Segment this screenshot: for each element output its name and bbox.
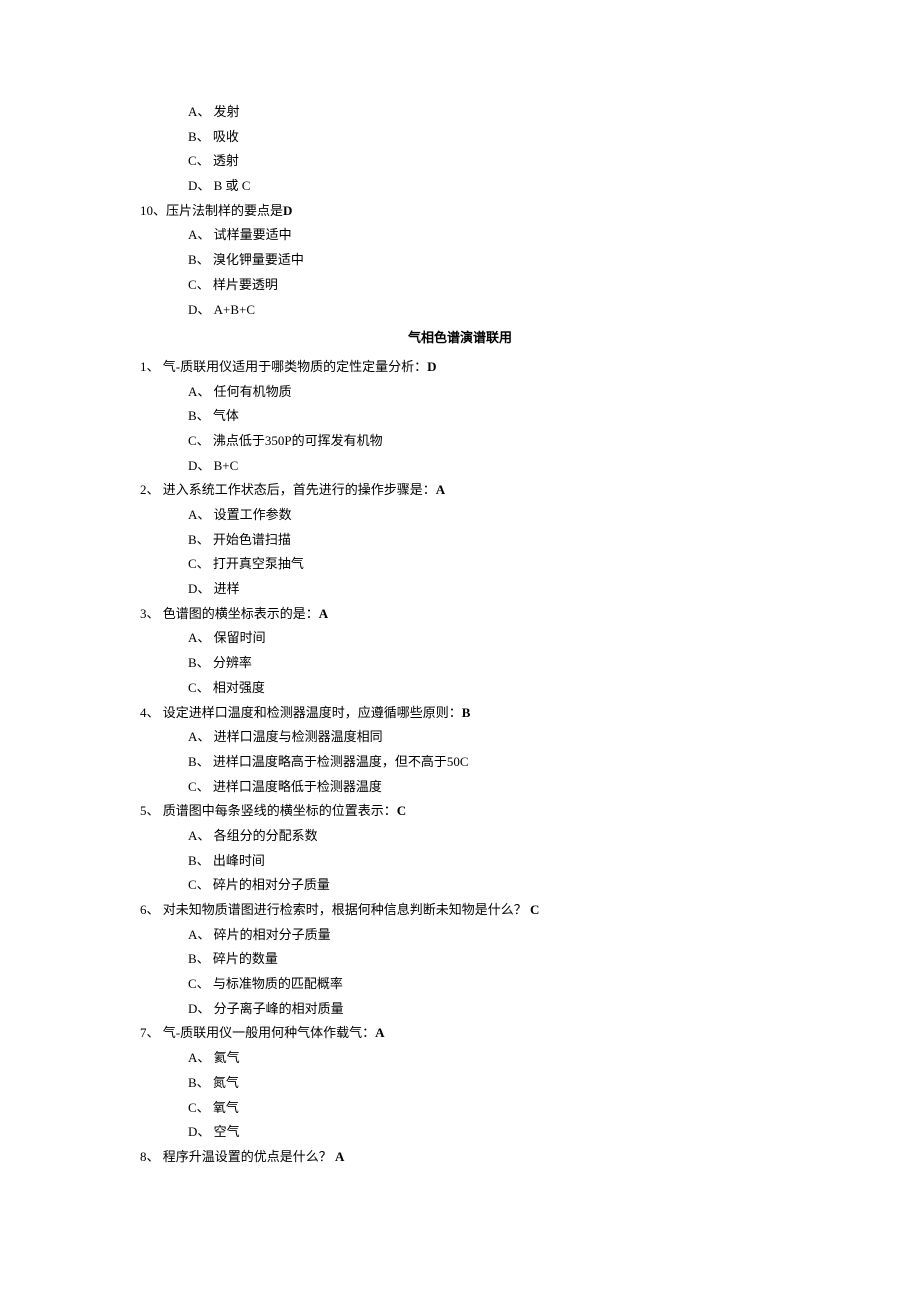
question-5-options: A、 各组分的分配系数B、 出峰时间C、 碎片的相对分子质量 — [188, 824, 780, 898]
question-4: 4、 设定进样口温度和检测器温度时，应遵循哪些原则：B — [140, 701, 780, 726]
question-stem: 2、 进入系统工作状态后，首先进行的操作步骤是： — [140, 482, 436, 497]
question-stem: 4、 设定进样口温度和检测器温度时，应遵循哪些原则： — [140, 705, 462, 720]
option-b: B、 碎片的数量 — [188, 947, 780, 972]
question-stem: 1、 气-质联用仪适用于哪类物质的定性定量分析： — [140, 359, 427, 374]
option-b: B、 分辨率 — [188, 651, 780, 676]
option-a: A、 碎片的相对分子质量 — [188, 923, 780, 948]
question-stem: 10、压片法制样的要点是 — [140, 203, 283, 218]
option-d: D、 空气 — [188, 1120, 780, 1145]
question-answer: D — [427, 359, 436, 374]
question-10-options: A、 试样量要适中 B、 溴化钾量要适中 C、 样片要透明 D、 A+B+C — [188, 223, 780, 322]
question-answer: A — [375, 1025, 384, 1040]
option-c: C、 氧气 — [188, 1096, 780, 1121]
option-c: C、 透射 — [188, 149, 780, 174]
question-answer: C — [397, 803, 406, 818]
option-b: B、 开始色谱扫描 — [188, 528, 780, 553]
option-a: A、 保留时间 — [188, 626, 780, 651]
option-c: C、 打开真空泵抽气 — [188, 552, 780, 577]
question-4-options: A、 进样口温度与检测器温度相同B、 进样口温度略高于检测器温度，但不高于50C… — [188, 725, 780, 799]
option-b: B、 氮气 — [188, 1071, 780, 1096]
option-c: C、 进样口温度略低于检测器温度 — [188, 775, 780, 800]
option-c: C、 样片要透明 — [188, 273, 780, 298]
option-a: A、 进样口温度与检测器温度相同 — [188, 725, 780, 750]
option-a: A、 设置工作参数 — [188, 503, 780, 528]
question-1: 1、 气-质联用仪适用于哪类物质的定性定量分析：D — [140, 355, 780, 380]
section-title: 气相色谱演谱联用 — [140, 326, 780, 351]
option-d: D、 进样 — [188, 577, 780, 602]
question-8: 8、 程序升温设置的优点是什么？ A — [140, 1145, 780, 1170]
question-answer: A — [319, 606, 328, 621]
option-c: C、 碎片的相对分子质量 — [188, 873, 780, 898]
option-a: A、 发射 — [188, 100, 780, 125]
question-stem: 6、 对未知物质谱图进行检索时，根据何种信息判断未知物是什么？ — [140, 902, 530, 917]
option-a: A、 氦气 — [188, 1046, 780, 1071]
option-b: B、 气体 — [188, 404, 780, 429]
question-stem: 3、 色谱图的横坐标表示的是： — [140, 606, 319, 621]
prev-question-options: A、 发射 B、 吸收 C、 透射 D、 B 或 C — [188, 100, 780, 199]
option-a: A、 试样量要适中 — [188, 223, 780, 248]
option-d: D、 A+B+C — [188, 298, 780, 323]
option-c: C、 沸点低于350P的可挥发有机物 — [188, 429, 780, 454]
question-stem: 8、 程序升温设置的优点是什么？ — [140, 1149, 335, 1164]
question-2: 2、 进入系统工作状态后，首先进行的操作步骤是：A — [140, 478, 780, 503]
option-a: A、 任何有机物质 — [188, 380, 780, 405]
option-b: B、 出峰时间 — [188, 849, 780, 874]
option-b: B、 进样口温度略高于检测器温度，但不高于50C — [188, 750, 780, 775]
questions-list: 1、 气-质联用仪适用于哪类物质的定性定量分析：DA、 任何有机物质B、 气体C… — [140, 355, 780, 1170]
question-answer: A — [335, 1149, 344, 1164]
question-7-options: A、 氦气B、 氮气C、 氧气D、 空气 — [188, 1046, 780, 1145]
option-a: A、 各组分的分配系数 — [188, 824, 780, 849]
question-answer: B — [462, 705, 471, 720]
option-d: D、 分子离子峰的相对质量 — [188, 997, 780, 1022]
question-6-options: A、 碎片的相对分子质量B、 碎片的数量C、 与标准物质的匹配概率D、 分子离子… — [188, 923, 780, 1022]
question-3-options: A、 保留时间B、 分辨率C、 相对强度 — [188, 626, 780, 700]
question-6: 6、 对未知物质谱图进行检索时，根据何种信息判断未知物是什么？ C — [140, 898, 780, 923]
question-1-options: A、 任何有机物质B、 气体C、 沸点低于350P的可挥发有机物D、 B+C — [188, 380, 780, 479]
option-c: C、 与标准物质的匹配概率 — [188, 972, 780, 997]
question-stem: 5、 质谱图中每条竖线的横坐标的位置表示： — [140, 803, 397, 818]
question-5: 5、 质谱图中每条竖线的横坐标的位置表示：C — [140, 799, 780, 824]
option-d: D、 B 或 C — [188, 174, 780, 199]
question-7: 7、 气-质联用仪一般用何种气体作载气：A — [140, 1021, 780, 1046]
question-answer: D — [283, 203, 292, 218]
question-answer: A — [436, 482, 445, 497]
option-b: B、 溴化钾量要适中 — [188, 248, 780, 273]
option-b: B、 吸收 — [188, 125, 780, 150]
question-2-options: A、 设置工作参数B、 开始色谱扫描C、 打开真空泵抽气D、 进样 — [188, 503, 780, 602]
option-d: D、 B+C — [188, 454, 780, 479]
option-c: C、 相对强度 — [188, 676, 780, 701]
question-10: 10、压片法制样的要点是D — [140, 199, 780, 224]
question-answer: C — [530, 902, 539, 917]
question-stem: 7、 气-质联用仪一般用何种气体作载气： — [140, 1025, 375, 1040]
question-3: 3、 色谱图的横坐标表示的是：A — [140, 602, 780, 627]
